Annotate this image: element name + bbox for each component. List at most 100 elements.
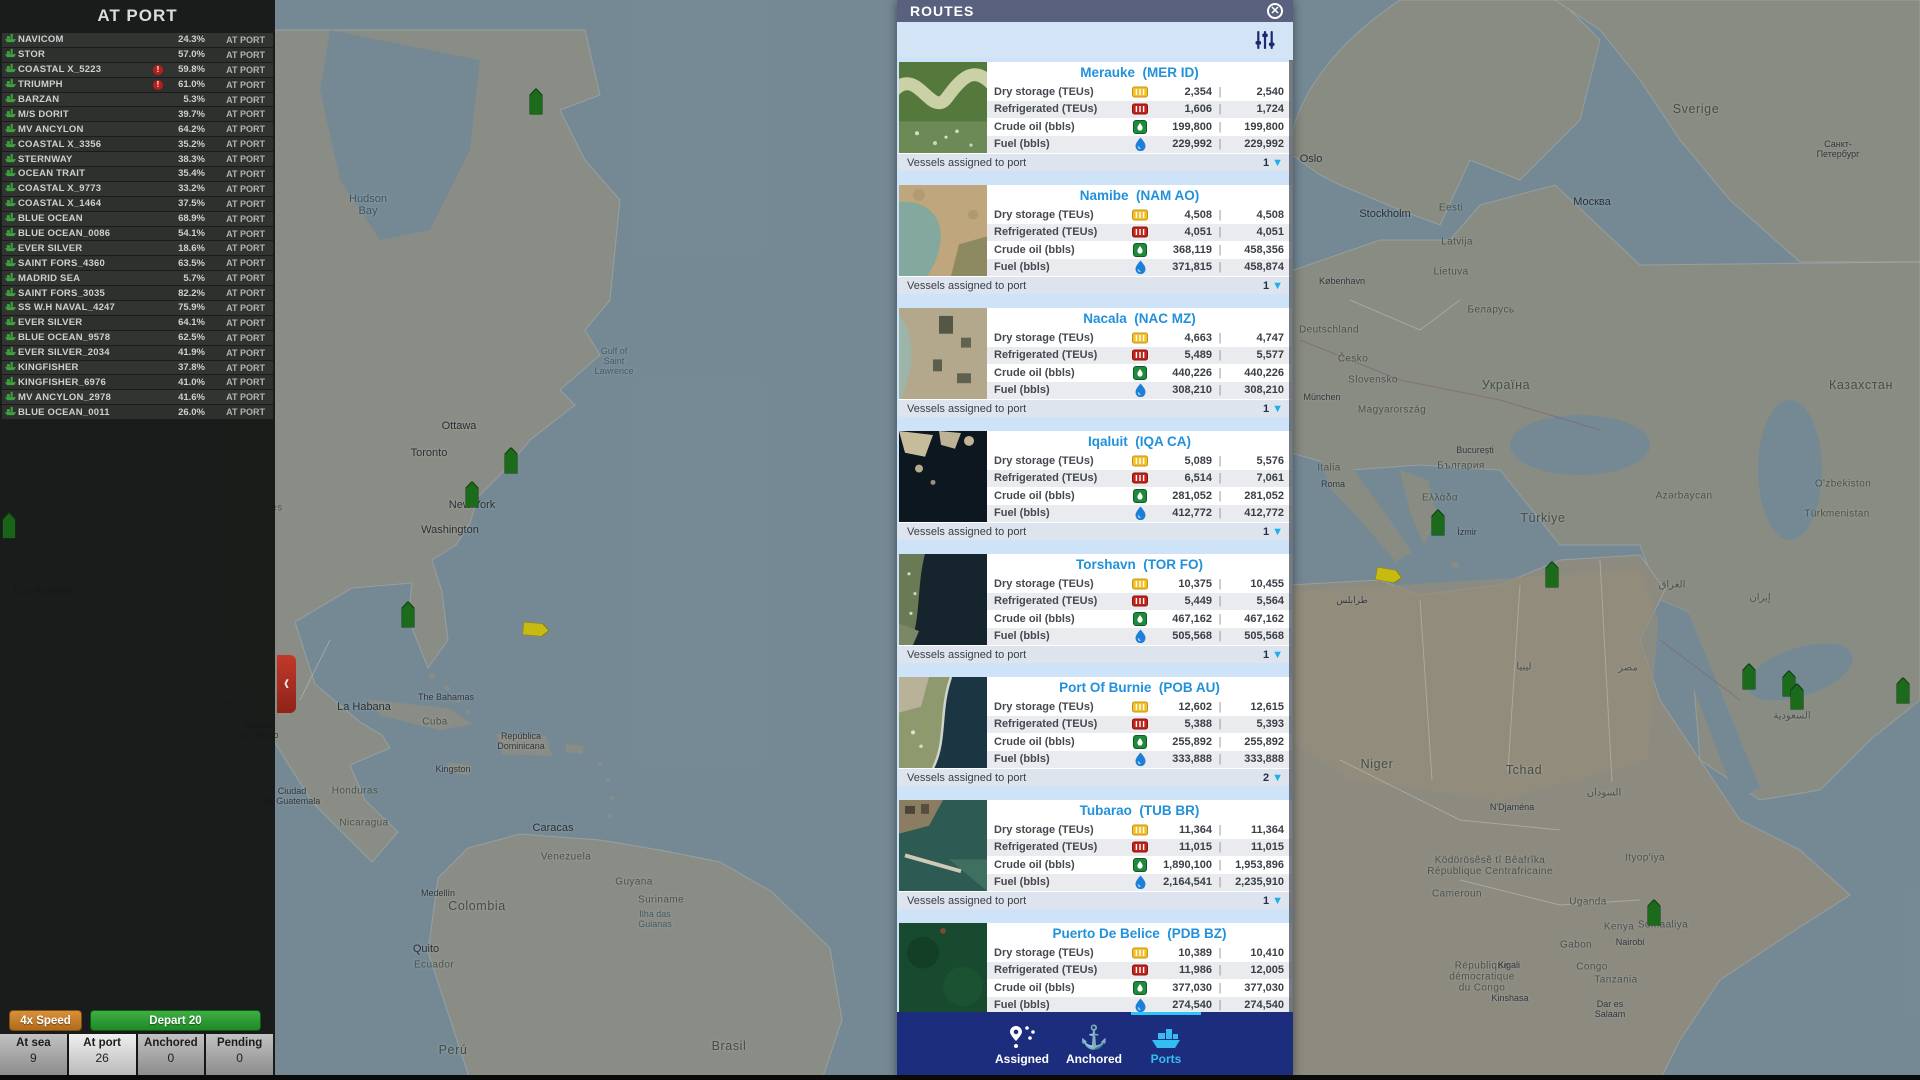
- vessel-marker-green[interactable]: [504, 446, 518, 479]
- resource-capacity-value: 377,030: [1244, 981, 1284, 994]
- port-name[interactable]: Iqaluit (IQA CA): [987, 431, 1292, 452]
- port-name[interactable]: Puerto De Belice (PDB BZ): [987, 923, 1292, 944]
- resource-row: Dry storage (TEUs) 10,389 | 10,410: [987, 944, 1292, 962]
- resource-current-value: 1,606: [1184, 103, 1212, 116]
- vessels-assigned-row[interactable]: Vessels assigned to port 1 ▼: [898, 276, 1292, 294]
- map-label: إيران: [1749, 592, 1771, 604]
- vessels-assigned-value: 1 ▼: [1263, 280, 1283, 292]
- vessel-row[interactable]: BARZAN 5.3% AT PORT: [2, 92, 273, 107]
- vessel-row[interactable]: COASTAL X_3356 35.2% AT PORT: [2, 137, 273, 152]
- vessel-row[interactable]: COASTAL X_9773 33.2% AT PORT: [2, 181, 273, 196]
- filter-sliders-icon[interactable]: [1253, 28, 1277, 57]
- speed-button[interactable]: 4x Speed: [9, 1010, 82, 1031]
- vessel-row[interactable]: COASTAL X_5223! 59.8% AT PORT: [2, 62, 273, 77]
- resource-current-value: 4,663: [1184, 331, 1212, 344]
- vessels-assigned-row[interactable]: Vessels assigned to port 1 ▼: [898, 645, 1292, 663]
- vessel-row[interactable]: MV ANCYLON 64.2% AT PORT: [2, 122, 273, 137]
- depart-button[interactable]: Depart 20: [90, 1010, 261, 1031]
- vessels-assigned-row[interactable]: Vessels assigned to port 2 ▼: [898, 768, 1292, 786]
- resource-label: Refrigerated (TEUs): [994, 349, 1098, 362]
- vessel-row[interactable]: BLUE OCEAN_0086 54.1% AT PORT: [2, 226, 273, 241]
- vessel-row[interactable]: EVER SILVER 64.1% AT PORT: [2, 315, 273, 330]
- port-thumbnail[interactable]: [899, 431, 987, 522]
- tab-ports[interactable]: Ports: [1130, 1020, 1202, 1066]
- vessel-marker-green[interactable]: [1545, 560, 1559, 593]
- vessel-status: AT PORT: [226, 377, 265, 388]
- map-label: Türkiye: [1520, 511, 1566, 526]
- sidebar-collapse-button[interactable]: ‹: [277, 655, 296, 713]
- vessel-marker-green[interactable]: [2, 511, 16, 544]
- vessels-assigned-row[interactable]: Vessels assigned to port 1 ▼: [898, 153, 1292, 171]
- vessel-marker-yellow[interactable]: [1374, 563, 1403, 594]
- stat-at-port[interactable]: At port 26: [68, 1034, 136, 1076]
- resource-current-value: 281,052: [1172, 489, 1212, 502]
- port-name[interactable]: Tubarao (TUB BR): [987, 800, 1292, 821]
- close-icon[interactable]: ✕: [1267, 3, 1283, 19]
- port-name[interactable]: Nacala (NAC MZ): [987, 308, 1292, 329]
- vessel-marker-yellow[interactable]: [521, 617, 550, 648]
- stat-pending[interactable]: Pending 0: [206, 1034, 273, 1076]
- map-label: Ködörösêsê tî Bêafrîka République Centra…: [1427, 855, 1553, 877]
- vessels-assigned-row[interactable]: Vessels assigned to port 1 ▼: [898, 891, 1292, 909]
- scrollbar[interactable]: [1289, 60, 1293, 1012]
- vessel-marker-green[interactable]: [1790, 682, 1804, 715]
- port-thumbnail[interactable]: [899, 677, 987, 768]
- resource-current-value: 368,119: [1172, 243, 1212, 256]
- fuel-drop-icon: [1130, 383, 1150, 398]
- tab-assigned[interactable]: Assigned: [986, 1020, 1058, 1066]
- vessel-row[interactable]: BLUE OCEAN 68.9% AT PORT: [2, 211, 273, 226]
- vessel-marker-green[interactable]: [1896, 676, 1910, 709]
- vessel-status: AT PORT: [226, 183, 265, 194]
- vessel-row[interactable]: M/S DORIT 39.7% AT PORT: [2, 107, 273, 122]
- value-separator: |: [1218, 489, 1222, 502]
- port-thumbnail[interactable]: [899, 923, 987, 1012]
- port-thumbnail[interactable]: [899, 62, 987, 153]
- resource-label: Fuel (bbls): [994, 384, 1050, 397]
- resource-capacity-value: 11,364: [1250, 823, 1284, 836]
- vessel-row[interactable]: KINGFISHER 37.8% AT PORT: [2, 360, 273, 375]
- vessel-row[interactable]: KINGFISHER_6976 41.0% AT PORT: [2, 375, 273, 390]
- vessel-row[interactable]: SAINT FORS_3035 82.2% AT PORT: [2, 286, 273, 301]
- vessel-row[interactable]: NAVICOM 24.3% AT PORT: [2, 33, 273, 47]
- port-thumbnail[interactable]: [899, 185, 987, 276]
- vessel-row[interactable]: STOR 57.0% AT PORT: [2, 47, 273, 62]
- vessels-assigned-row[interactable]: Vessels assigned to port 1 ▼: [898, 399, 1292, 417]
- resource-capacity-value: 1,953,896: [1235, 858, 1284, 871]
- resource-row: Refrigerated (TEUs) 5,489 | 5,577: [987, 346, 1292, 364]
- vessel-row[interactable]: EVER SILVER_2034 41.9% AT PORT: [2, 345, 273, 360]
- vessel-marker-green[interactable]: [529, 87, 543, 120]
- stat-at-sea[interactable]: At sea 9: [0, 1034, 67, 1076]
- vessel-row[interactable]: OCEAN TRAIT 35.4% AT PORT: [2, 167, 273, 181]
- vessel-name: EVER SILVER: [18, 317, 83, 329]
- vessel-marker-green[interactable]: [1742, 662, 1756, 695]
- vessel-row[interactable]: EVER SILVER 18.6% AT PORT: [2, 241, 273, 256]
- port-name[interactable]: Namibe (NAM AO): [987, 185, 1292, 206]
- vessel-row[interactable]: TRIUMPH! 61.0% AT PORT: [2, 77, 273, 92]
- vessel-marker-green[interactable]: [465, 480, 479, 513]
- vessel-row[interactable]: SS W.H NAVAL_4247 75.9% AT PORT: [2, 301, 273, 315]
- vessel-marker-green[interactable]: [1431, 508, 1445, 541]
- vessel-marker-green[interactable]: [401, 600, 415, 633]
- resource-label: Crude oil (bbls): [994, 120, 1075, 133]
- vessel-row[interactable]: MADRID SEA 5.7% AT PORT: [2, 271, 273, 286]
- port-thumbnail[interactable]: [899, 554, 987, 645]
- tab-anchored[interactable]: ⚓ Anchored: [1058, 1020, 1130, 1066]
- port-thumbnail[interactable]: [899, 800, 987, 891]
- stat-anchored[interactable]: Anchored 0: [137, 1034, 205, 1076]
- port-name[interactable]: Port Of Burnie (POB AU): [987, 677, 1292, 698]
- vessel-row[interactable]: COASTAL X_1464 37.5% AT PORT: [2, 196, 273, 211]
- vessel-row[interactable]: MV ANCYLON_2978 41.6% AT PORT: [2, 390, 273, 405]
- port-thumbnail[interactable]: [899, 308, 987, 399]
- vessel-load-percent: 61.0%: [178, 79, 205, 91]
- vessel-row[interactable]: BLUE OCEAN_9578 62.5% AT PORT: [2, 330, 273, 345]
- port-name[interactable]: Merauke (MER ID): [987, 62, 1292, 83]
- port-card-body: Merauke (MER ID) Dry storage (TEUs) 2,354 |…: [987, 62, 1292, 153]
- port-name[interactable]: Torshavn (TOR FO): [987, 554, 1292, 575]
- chevron-down-icon: ▼: [1272, 525, 1283, 538]
- vessels-assigned-row[interactable]: Vessels assigned to port 1 ▼: [898, 522, 1292, 540]
- vessel-marker-green[interactable]: [1647, 898, 1661, 931]
- vessel-row[interactable]: STERNWAY 38.3% AT PORT: [2, 152, 273, 167]
- vessels-assigned-value: 1 ▼: [1263, 895, 1283, 907]
- vessel-row[interactable]: BLUE OCEAN_0011 26.0% AT PORT: [2, 405, 273, 420]
- vessel-row[interactable]: SAINT FORS_4360 63.5% AT PORT: [2, 256, 273, 271]
